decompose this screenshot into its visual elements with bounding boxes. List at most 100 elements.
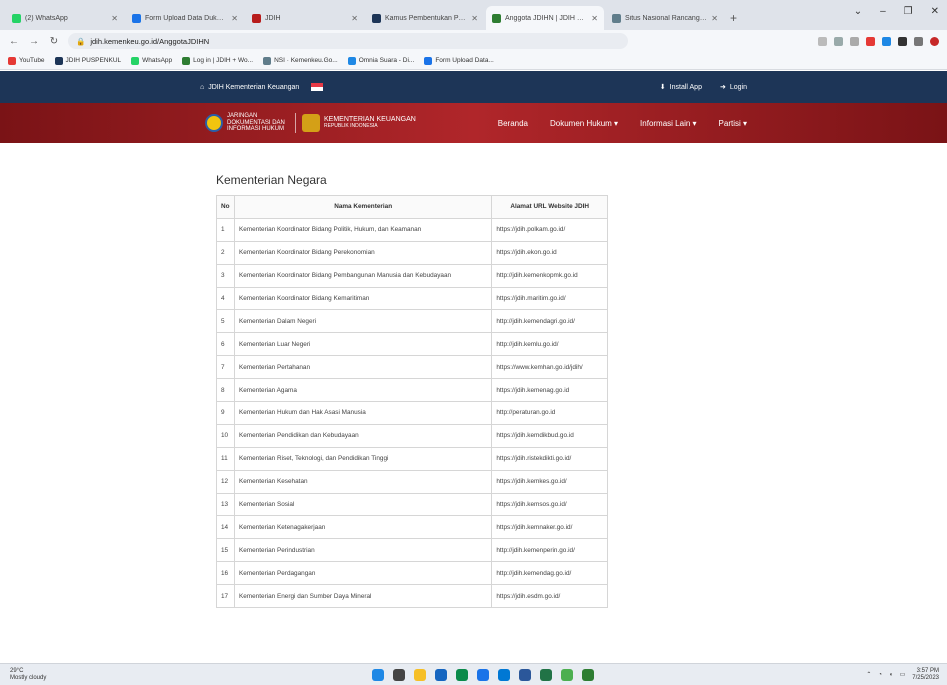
ministry-url-link[interactable]: http://jdih.kemenperin.go.id/: [491, 538, 608, 563]
ministry-url-link[interactable]: https://jdih.kemnaker.go.id/: [491, 515, 608, 540]
ministry-url-link[interactable]: http://jdih.kemendag.go.id/: [491, 561, 608, 586]
login-link[interactable]: ➜ Login: [720, 83, 747, 92]
page-title: Kementerian Negara: [216, 173, 327, 187]
star-icon[interactable]: [850, 36, 859, 46]
browser-tab[interactable]: Kamus Pembentukan Produk Huk ✕: [366, 6, 484, 30]
ministries-table: No Nama Kementerian Alamat URL Website J…: [216, 195, 608, 609]
menu-partisi[interactable]: Partisi ▾: [719, 119, 747, 128]
ministry-name: Kementerian Energi dan Sumber Daya Miner…: [233, 584, 493, 609]
ministry-url-link[interactable]: https://jdih.polkam.go.id/: [491, 217, 608, 242]
taskbar-app-icon[interactable]: [393, 668, 405, 681]
extension-icon[interactable]: [834, 36, 843, 46]
ministry-url-link[interactable]: http://jdih.kemenkopmk.go.id: [491, 263, 608, 288]
taskbar-app-icon[interactable]: [477, 668, 489, 681]
bookmark-item[interactable]: JDIH PUSPENKUL: [54, 56, 121, 65]
sidepanel-icon[interactable]: [914, 36, 923, 46]
ministry-url-link[interactable]: https://jdih.maritim.go.id/: [491, 286, 608, 311]
taskbar-app-icon[interactable]: [456, 668, 468, 681]
ministry-url-link[interactable]: http://jdih.kemlu.go.id/: [491, 332, 608, 357]
forward-icon[interactable]: →: [28, 36, 40, 47]
ministry-url-link[interactable]: https://jdih.ekon.go.id: [491, 240, 608, 265]
taskbar-app-icon[interactable]: [498, 668, 510, 681]
minimize-button[interactable]: –: [880, 6, 886, 17]
ministry-name: Kementerian Dalam Negeri: [233, 309, 493, 334]
bookmark-item[interactable]: Form Upload Data...: [424, 56, 494, 65]
extension-icon[interactable]: [882, 36, 891, 46]
wifi-icon[interactable]: ◔: [878, 672, 882, 678]
weather-widget[interactable]: 29°C Mostly cloudy: [10, 668, 46, 681]
menu-beranda[interactable]: Beranda: [498, 119, 528, 128]
extension-icon[interactable]: [818, 36, 827, 46]
bookmark-item[interactable]: Log in | JDIH + Wo...: [182, 56, 253, 65]
bookmark-favicon-icon: [263, 56, 272, 65]
row-number: 2: [216, 240, 235, 265]
volume-icon[interactable]: ◖: [889, 672, 893, 678]
row-number: 12: [216, 469, 235, 494]
clock[interactable]: 3:57 PM 7/25/2023: [912, 668, 939, 681]
close-window-button[interactable]: ✕: [931, 6, 939, 17]
menu-dokumen-hukum[interactable]: Dokumen Hukum ▾: [550, 119, 618, 128]
row-number: 1: [216, 217, 235, 242]
browser-tab[interactable]: Situs Nasional Rancangan Pera✕: [606, 6, 724, 30]
taskbar-app-icon[interactable]: [582, 668, 594, 681]
chevron-up-icon[interactable]: ⌃: [866, 671, 871, 678]
bookmarks-bar: YouTube JDIH PUSPENKUL WhatsApp Log in | JD…: [0, 52, 947, 70]
ministry-url-link[interactable]: https://www.kemhan.go.id/jdih/: [491, 355, 608, 380]
tab-title: Situs Nasional Rancangan Pera: [625, 14, 708, 22]
taskbar-app-icon[interactable]: [519, 668, 531, 681]
taskbar-app-icon[interactable]: [540, 668, 552, 681]
close-tab-icon[interactable]: ✕: [591, 14, 598, 23]
kemenkeu-logo[interactable]: KEMENTERIAN KEUANGAN REPUBLIK INDONESIA: [302, 114, 416, 132]
taskbar-app-icon[interactable]: [414, 668, 426, 681]
tab-title: (2) WhatsApp: [25, 14, 68, 22]
new-tab-button[interactable]: +: [730, 6, 737, 30]
jdih-logo[interactable]: JARINGAN DOKUMENTASI DAN INFORMASI HUKUM: [205, 113, 289, 133]
ministry-url-link[interactable]: http://jdih.kemendagri.go.id/: [491, 309, 608, 334]
ministry-url-link[interactable]: http://peraturan.go.id: [491, 401, 608, 425]
browser-tab[interactable]: Form Upload Data Dukung Ren✕: [126, 6, 244, 30]
reload-icon[interactable]: ↻: [48, 36, 60, 47]
extension-icon[interactable]: [866, 36, 875, 46]
menu-informasi-lain[interactable]: Informasi Lain ▾: [640, 119, 696, 128]
bookmark-item[interactable]: YouTube: [8, 56, 45, 65]
browser-tab[interactable]: (2) WhatsApp ✕: [6, 6, 124, 30]
table-row: 6 Kementerian Luar Negeri http://jdih.keml…: [216, 332, 608, 357]
browser-tab[interactable]: Anggota JDIHN | JDIH Kementer ✕: [486, 6, 604, 30]
ministry-url-link[interactable]: https://jdih.kemdikbud.go.id: [491, 423, 608, 448]
ministry-name: Kementerian Koordinator Bidang Kemaritim…: [233, 286, 493, 311]
bookmark-item[interactable]: NSI · Kemenkeu.Go...: [263, 56, 338, 65]
taskbar-app-icon[interactable]: [561, 668, 573, 681]
close-tab-icon[interactable]: ✕: [351, 14, 358, 23]
bookmark-item[interactable]: Omnia Suara - Di...: [347, 56, 414, 65]
url-field[interactable]: 🔒 jdih.kemenkeu.go.id/AnggotaJDIHN: [68, 33, 628, 49]
header-url: Alamat URL Website JDIH: [491, 195, 608, 219]
profile-avatar[interactable]: [930, 36, 939, 46]
close-tab-icon[interactable]: ✕: [231, 14, 238, 23]
ministry-url-link[interactable]: https://jdih.kemenag.go.id: [491, 378, 608, 403]
ministry-url-link[interactable]: https://jdih.kemkes.go.id/: [491, 469, 608, 494]
row-number: 13: [216, 492, 235, 517]
tab-favicon-icon: [492, 13, 501, 23]
close-tab-icon[interactable]: ✕: [711, 14, 718, 23]
close-tab-icon[interactable]: ✕: [471, 14, 478, 23]
taskbar-app-icon[interactable]: [372, 668, 384, 681]
tab-search-button[interactable]: ⌄: [854, 6, 862, 17]
ministry-url-link[interactable]: https://jdih.ristekdikti.go.id/: [491, 446, 608, 471]
row-number: 15: [216, 538, 235, 563]
battery-icon[interactable]: ▭: [900, 671, 906, 678]
header-name: Nama Kementerian: [233, 195, 493, 219]
table-row: 8 Kementerian Agama https://jdih.kemenag.g…: [216, 378, 608, 403]
maximize-button[interactable]: ❐: [904, 6, 913, 17]
site-name[interactable]: ⌂ JDIH Kementerian Keuangan: [200, 83, 324, 91]
extension-icon[interactable]: [898, 36, 907, 46]
back-icon[interactable]: ←: [8, 36, 20, 47]
ministry-url-link[interactable]: https://jdih.esdm.go.id/: [491, 584, 608, 609]
ministry-url-link[interactable]: https://jdih.kemsos.go.id/: [491, 492, 608, 517]
tab-title: Kamus Pembentukan Produk Huk: [385, 14, 467, 22]
install-app-link[interactable]: ⬇ Install App: [660, 83, 702, 92]
browser-tab[interactable]: JDIH ✕: [246, 6, 364, 30]
taskbar-app-icon[interactable]: [435, 668, 447, 681]
flag-icon[interactable]: [311, 83, 324, 91]
bookmark-item[interactable]: WhatsApp: [131, 56, 172, 65]
close-tab-icon[interactable]: ✕: [111, 14, 118, 23]
